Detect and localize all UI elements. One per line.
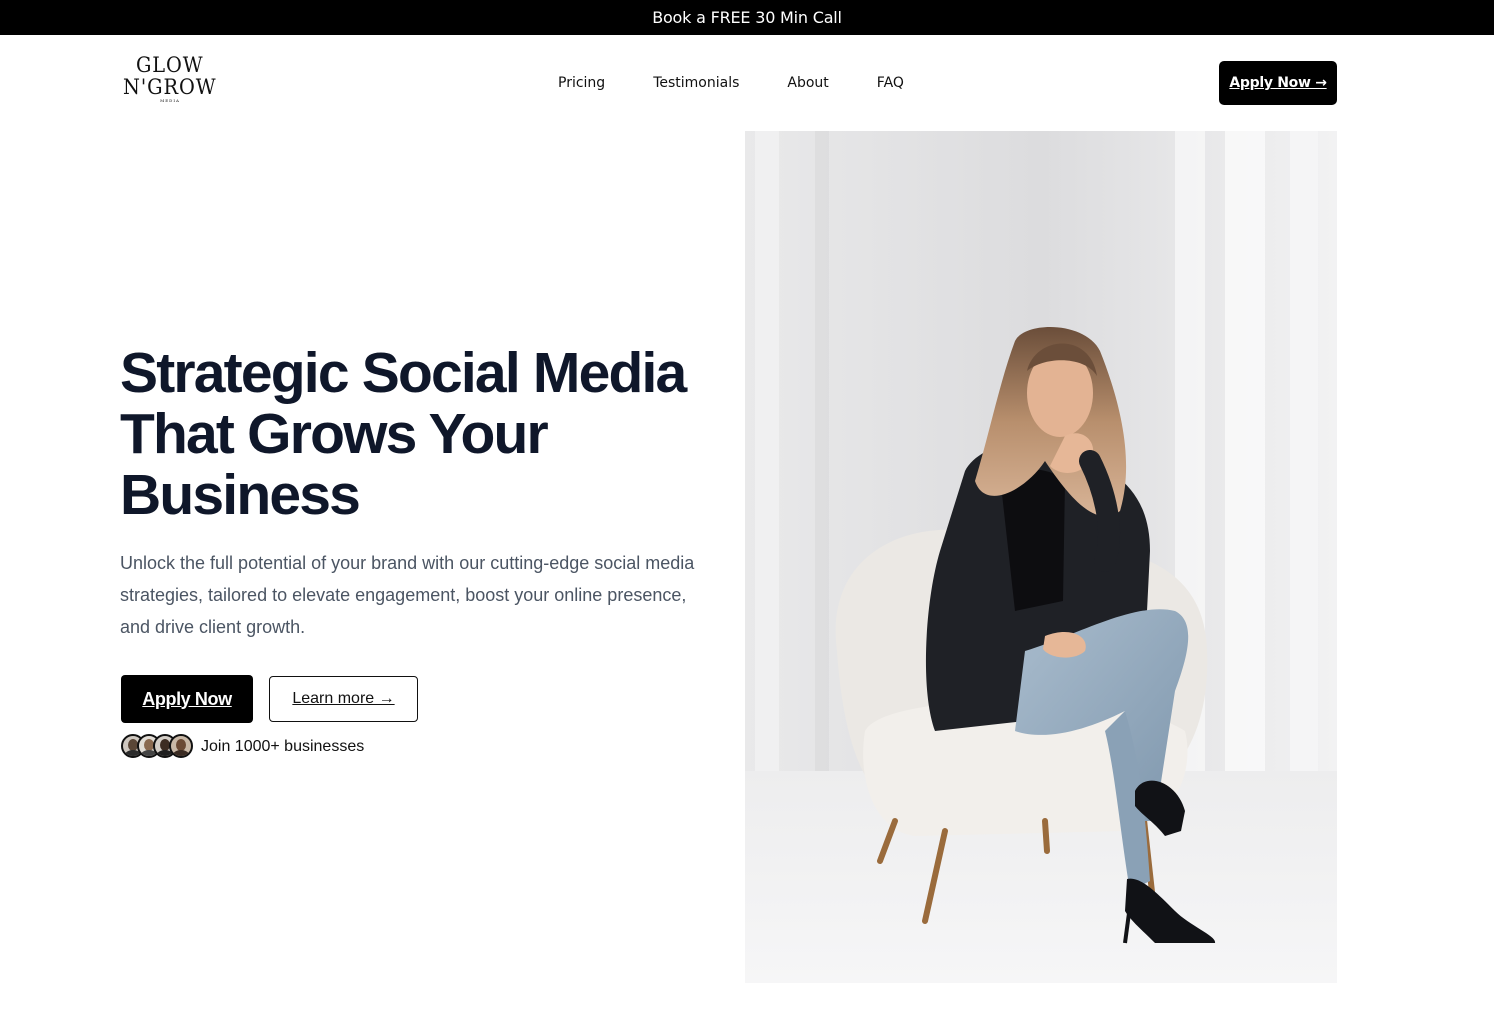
nav-item-testimonials[interactable]: Testimonials bbox=[653, 75, 739, 91]
social-proof-text: Join 1000+ businesses bbox=[201, 737, 365, 755]
nav-item-about[interactable]: About bbox=[787, 75, 828, 91]
nav-item-faq[interactable]: FAQ bbox=[877, 75, 904, 91]
logo-line-2: N'GROW bbox=[123, 75, 217, 99]
logo-line-3: MEDIA bbox=[160, 98, 180, 103]
book-call-link[interactable]: Book a FREE 30 Min Call bbox=[652, 8, 842, 27]
announcement-bar: Book a FREE 30 Min Call bbox=[0, 0, 1494, 35]
apply-now-button[interactable]: Apply Now bbox=[121, 675, 253, 723]
hero-image bbox=[745, 131, 1337, 983]
main-nav: Pricing Testimonials About FAQ bbox=[558, 75, 952, 91]
site-header: GLOW N'GROW MEDIA Pricing Testimonials A… bbox=[0, 35, 1494, 130]
hero-title: Strategic Social Media That Grows Your B… bbox=[120, 341, 687, 527]
hero-description: Unlock the full potential of your brand … bbox=[120, 553, 695, 637]
brand-logo[interactable]: GLOW N'GROW MEDIA bbox=[123, 53, 217, 111]
nav-item-pricing[interactable]: Pricing bbox=[558, 75, 605, 91]
avatar-group bbox=[121, 734, 193, 759]
logo-line-1: GLOW bbox=[136, 53, 204, 77]
learn-more-button[interactable]: Learn more → bbox=[269, 676, 418, 722]
header-apply-button[interactable]: Apply Now → bbox=[1219, 61, 1337, 105]
social-proof: Join 1000+ businesses bbox=[121, 734, 364, 759]
avatar bbox=[169, 734, 193, 758]
